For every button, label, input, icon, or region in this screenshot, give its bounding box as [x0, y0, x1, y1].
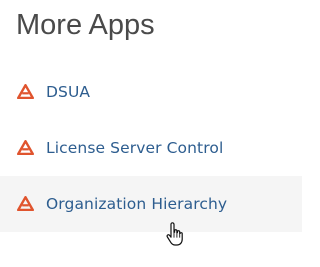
- app-logo-icon: [17, 84, 34, 99]
- app-item-dsua[interactable]: DSUA: [0, 64, 302, 120]
- app-item-label: DSUA: [46, 83, 91, 101]
- app-logo-icon: [17, 196, 34, 211]
- app-item-organization-hierarchy[interactable]: Organization Hierarchy: [0, 176, 302, 232]
- app-list: DSUA License Server Control Organization…: [0, 64, 302, 232]
- more-apps-panel: More Apps DSUA License Server Control Or…: [0, 0, 302, 267]
- app-item-license-server-control[interactable]: License Server Control: [0, 120, 302, 176]
- app-item-label: License Server Control: [46, 139, 224, 157]
- app-item-label: Organization Hierarchy: [46, 195, 228, 213]
- panel-title: More Apps: [16, 9, 155, 41]
- app-logo-icon: [17, 140, 34, 155]
